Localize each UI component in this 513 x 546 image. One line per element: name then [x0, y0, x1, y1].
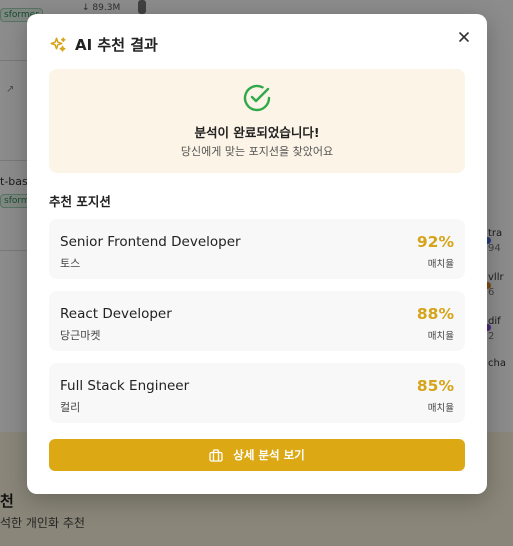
position-company: 토스: [60, 257, 81, 270]
section-title: 추천 포지션: [49, 194, 111, 209]
success-subtitle: 당신에게 맞는 포지션을 찾았어요: [180, 145, 334, 158]
position-card[interactable]: Senior Frontend Developer 토스 92% 매치율: [49, 219, 465, 279]
briefcase-icon: [209, 448, 223, 462]
success-title: 분석이 완료되었습니다!: [194, 125, 320, 140]
match-percent: 92%: [416, 233, 454, 251]
match-label: 매치율: [427, 331, 454, 342]
check-circle-icon: [242, 83, 272, 117]
view-detailed-analysis-button[interactable]: 상세 분석 보기: [49, 439, 465, 471]
modal-title: AI 추천 결과: [75, 36, 158, 54]
position-title: Senior Frontend Developer: [60, 234, 241, 250]
position-card[interactable]: Full Stack Engineer 컬리 85% 매치율: [49, 363, 465, 423]
analysis-complete-panel: 분석이 완료되었습니다! 당신에게 맞는 포지션을 찾았어요: [49, 69, 465, 173]
ai-recommendation-modal: AI 추천 결과 분석이 완료되었습니다! 당신에게 맞는 포지션을 찾았어요 …: [27, 14, 487, 494]
sparkle-icon: [49, 36, 67, 54]
position-company: 컬리: [60, 401, 81, 414]
position-title: React Developer: [60, 306, 172, 322]
match-label: 매치율: [427, 259, 454, 270]
close-button[interactable]: [455, 28, 473, 46]
position-title: Full Stack Engineer: [60, 378, 190, 394]
modal-header: AI 추천 결과: [49, 34, 158, 55]
detail-button-label: 상세 분석 보기: [233, 448, 305, 462]
match-percent: 85%: [416, 377, 454, 395]
match-percent: 88%: [416, 305, 454, 323]
match-label: 매치율: [427, 403, 454, 414]
close-icon: [459, 32, 469, 42]
position-company: 당근마켓: [60, 329, 101, 342]
position-card[interactable]: React Developer 당근마켓 88% 매치율: [49, 291, 465, 351]
